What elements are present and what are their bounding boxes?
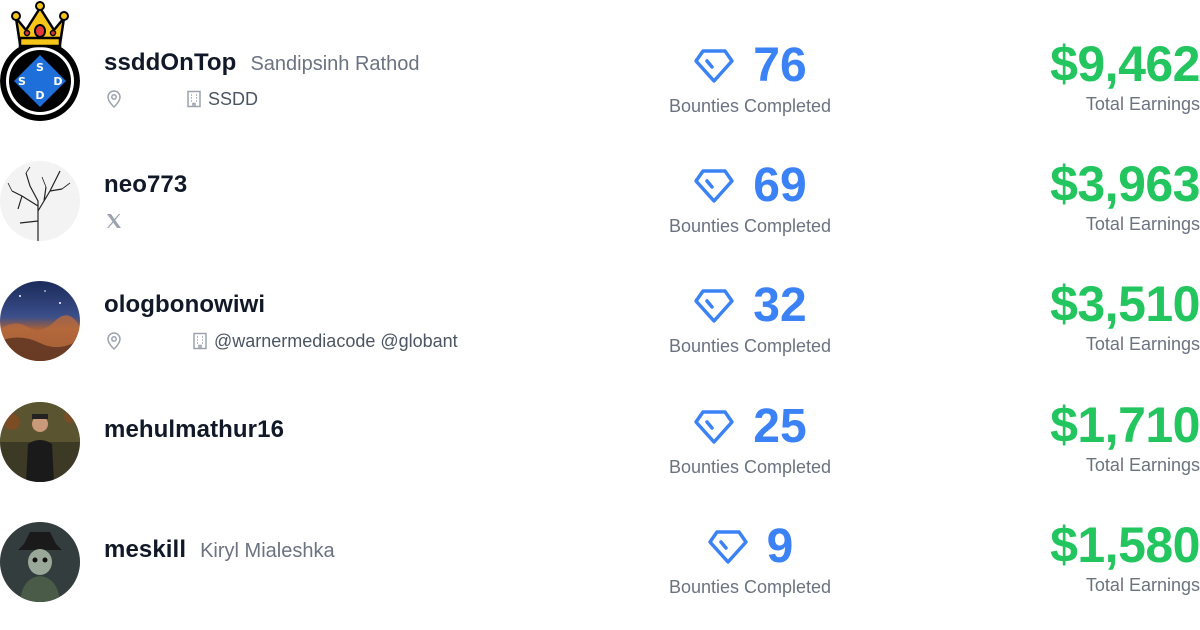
earnings-label: Total Earnings (1085, 455, 1200, 475)
leaderboard-row: ologbonowiwi @warnermediacode @globant 3… (0, 240, 1200, 361)
location-icon (104, 89, 124, 109)
bounties-count: 69 (753, 159, 807, 212)
earnings-label: Total Earnings (1085, 94, 1200, 114)
bounties-label: Bounties Completed (668, 577, 832, 597)
svg-text:S: S (18, 75, 26, 88)
username[interactable]: neo773 (104, 171, 187, 199)
leaderboard-row: meskill Kiryl Mialeshka 9 Bounties Compl… (0, 481, 1200, 602)
username[interactable]: ologbonowiwi (104, 291, 265, 319)
crown-icon (10, 0, 70, 52)
leaderboard-row: mehulmathur16 25 Bounties Completed $1,7… (0, 361, 1200, 482)
full-name: Sandipsinh Rathod (250, 53, 420, 75)
bounties-label: Bounties Completed (668, 336, 832, 356)
x-twitter-icon[interactable] (104, 211, 124, 231)
avatar[interactable] (0, 161, 80, 241)
avatar[interactable] (0, 522, 80, 602)
svg-text:S: S (36, 61, 44, 74)
earnings-label: Total Earnings (1085, 214, 1200, 234)
username[interactable]: ssddOnTop (104, 49, 236, 77)
bounties-label: Bounties Completed (668, 457, 832, 477)
bounties-count: 9 (766, 520, 794, 573)
organization: SSDD (208, 88, 259, 109)
leaderboard-row: S S D D ssddOnTop Sandipsinh Rathod SSDD… (0, 0, 1200, 121)
diamond-icon (707, 529, 749, 565)
avatar[interactable] (0, 281, 80, 361)
total-earnings: $1,710 (1050, 397, 1200, 453)
diamond-icon (693, 168, 735, 204)
total-earnings: $1,580 (1050, 517, 1200, 573)
diamond-icon (693, 409, 735, 445)
bounties-count: 32 (753, 279, 807, 332)
organization: @warnermediacode @globant (214, 330, 458, 351)
diamond-icon (693, 48, 735, 84)
svg-text:D: D (35, 89, 44, 102)
leaderboard-row: neo773 69 Bounties Completed $3,963 Tota… (0, 120, 1200, 241)
diamond-icon (693, 288, 735, 324)
username[interactable]: meskill (104, 536, 186, 564)
bounties-count: 76 (753, 39, 807, 92)
bounties-count: 25 (753, 400, 807, 453)
total-earnings: $3,963 (1050, 156, 1200, 212)
bounties-label: Bounties Completed (668, 216, 832, 236)
bounties-label: Bounties Completed (668, 96, 832, 116)
earnings-label: Total Earnings (1085, 575, 1200, 595)
avatar[interactable]: S S D D (0, 41, 80, 121)
building-icon (190, 331, 210, 351)
svg-text:D: D (53, 75, 62, 88)
building-icon (184, 89, 204, 109)
username[interactable]: mehulmathur16 (104, 416, 284, 444)
location-icon (104, 331, 124, 351)
avatar[interactable] (0, 402, 80, 482)
earnings-label: Total Earnings (1085, 334, 1200, 354)
full-name: Kiryl Mialeshka (200, 540, 335, 562)
total-earnings: $9,462 (1050, 36, 1200, 92)
total-earnings: $3,510 (1050, 276, 1200, 332)
